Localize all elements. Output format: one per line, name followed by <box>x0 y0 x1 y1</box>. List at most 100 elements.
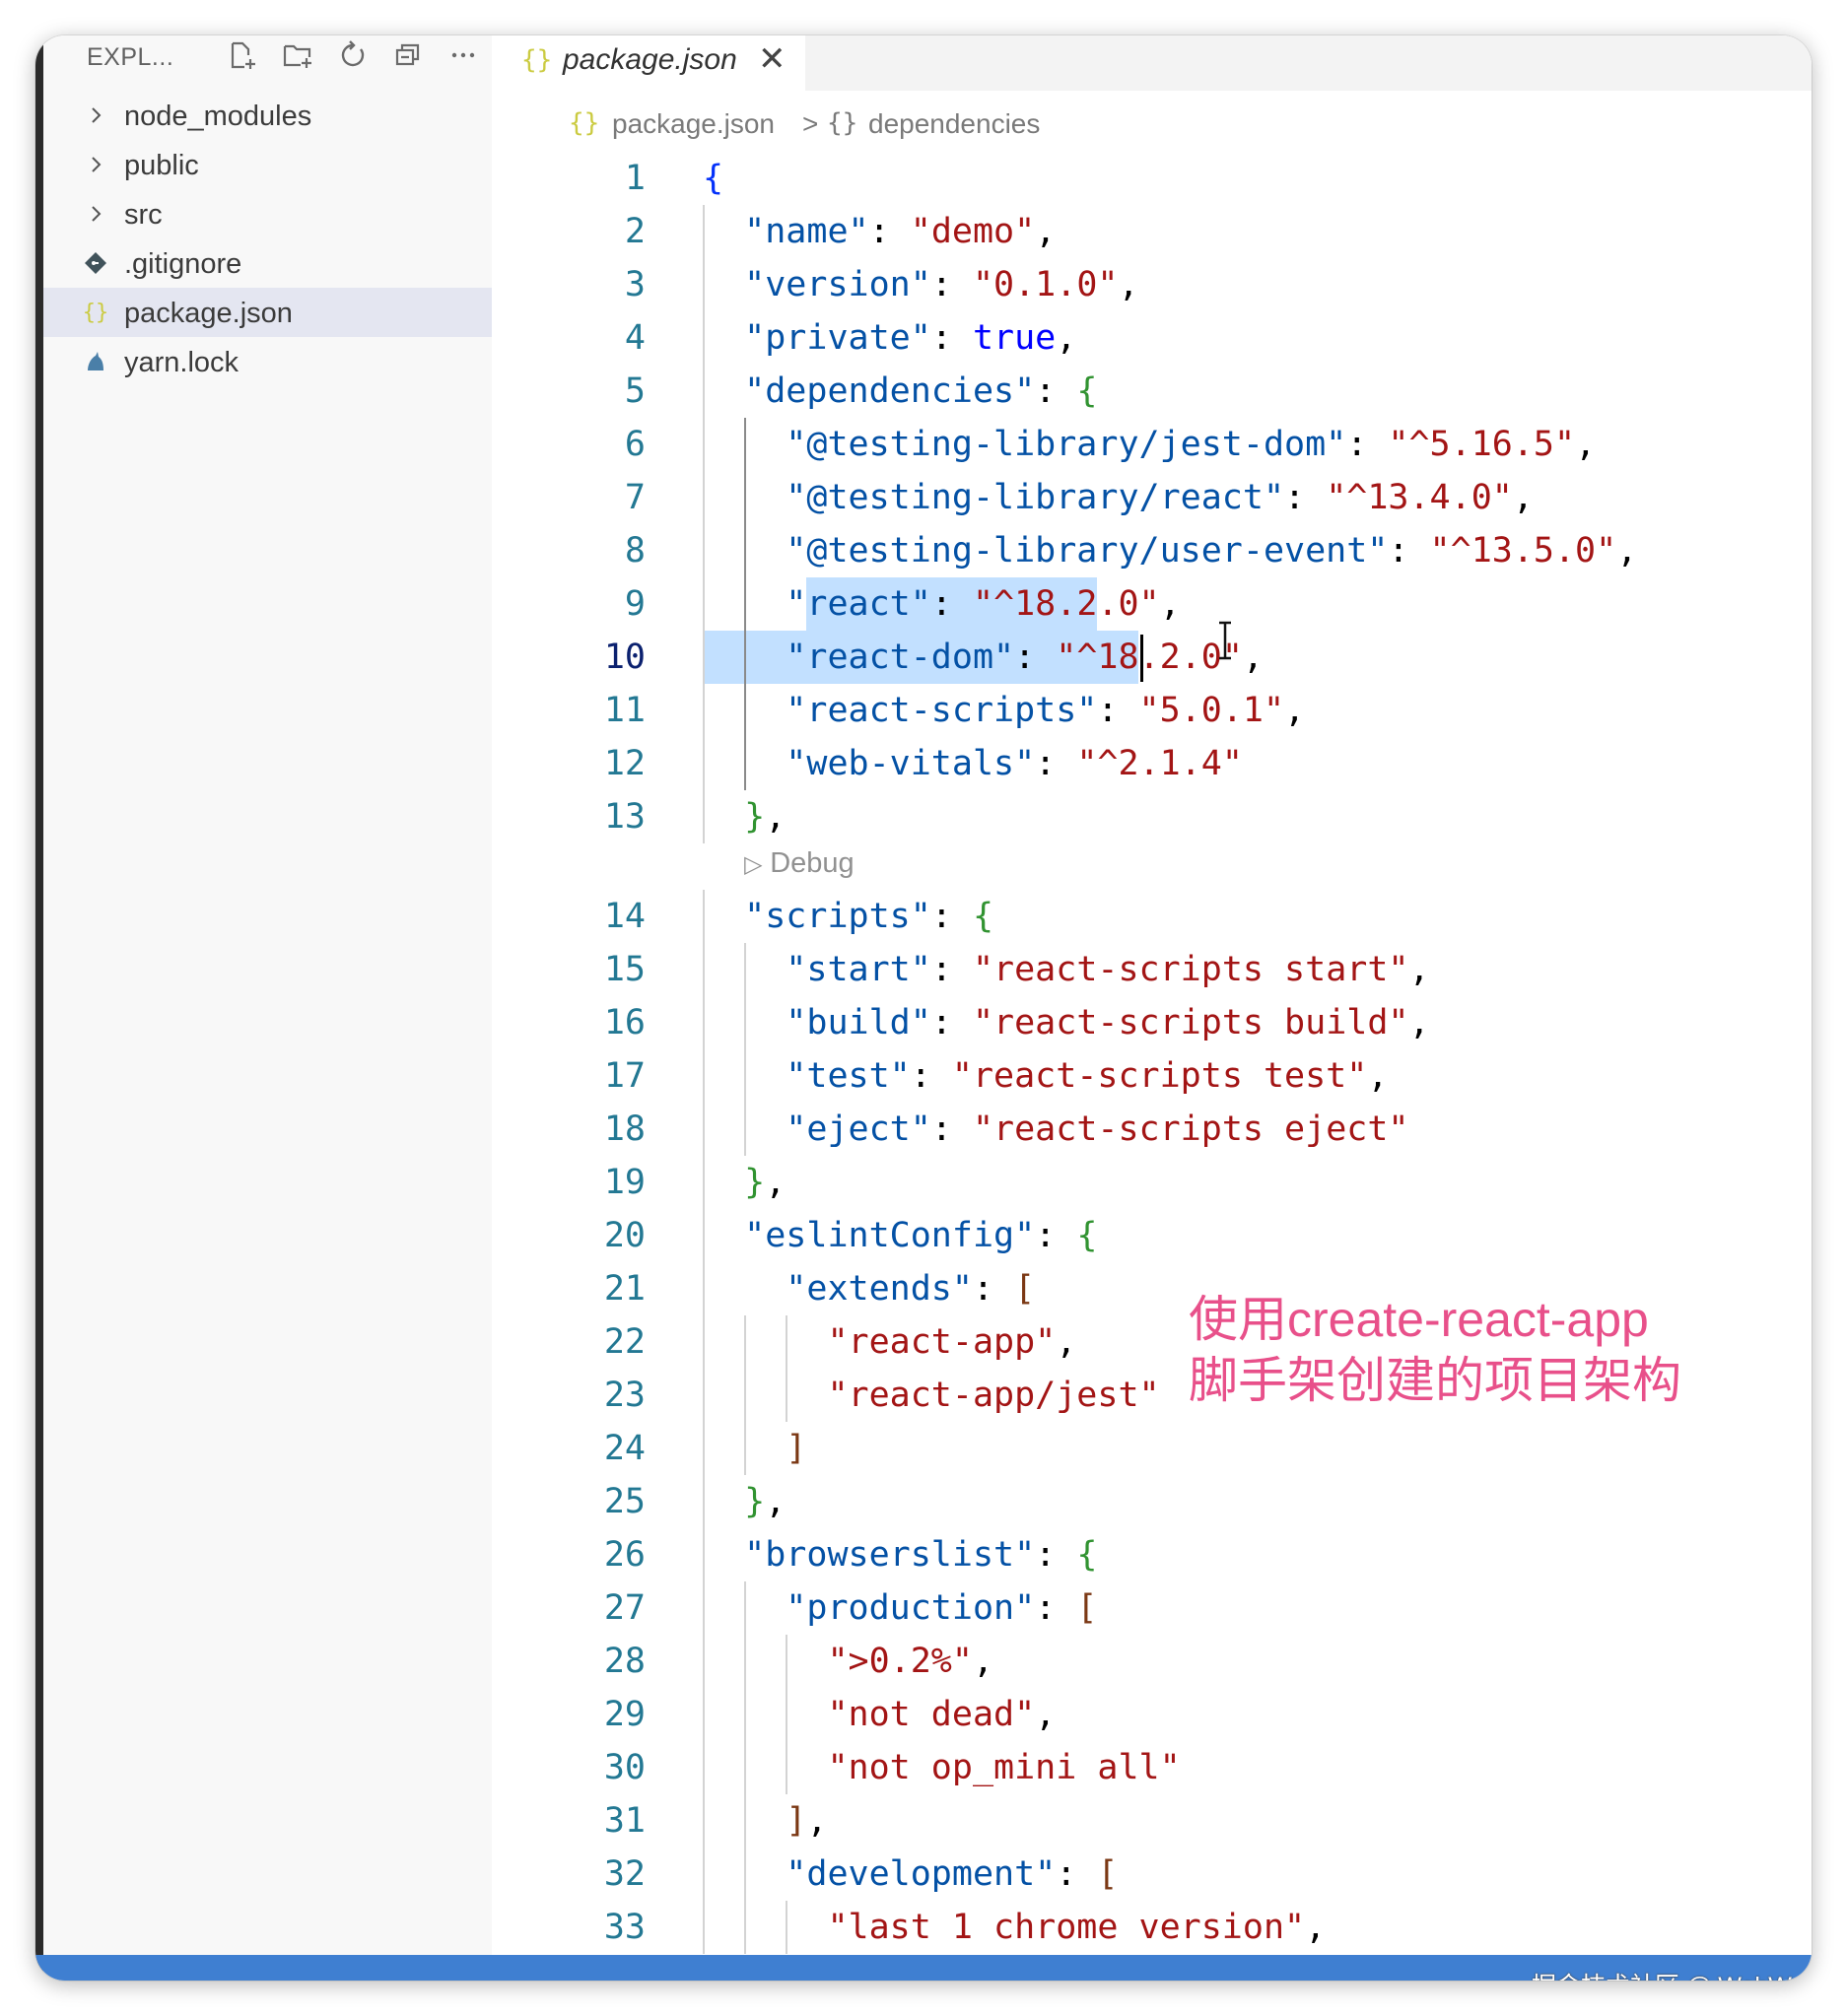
indent-guide <box>786 1635 788 1794</box>
code-text: "scripts": { <box>744 897 994 936</box>
tree-item-yarn-lock[interactable]: yarn.lock <box>43 337 492 386</box>
line-number: 31 <box>603 1801 646 1841</box>
file-tree: node_modules public src .gitignore {} pa… <box>43 91 492 386</box>
code-line[interactable]: 29 "not dead", <box>492 1688 1812 1741</box>
line-number: 1 <box>624 159 646 198</box>
code-line[interactable]: 14 "scripts": { <box>492 890 1812 943</box>
code-line[interactable]: 3 "version": "0.1.0", <box>492 258 1812 311</box>
code-line[interactable]: 25 }, <box>492 1475 1812 1528</box>
play-icon: ▷ <box>744 850 771 878</box>
code-text: "@testing-library/react": "^13.4.0", <box>786 478 1534 517</box>
breadcrumb-symbol[interactable]: dependencies <box>868 108 1040 140</box>
codelens-debug[interactable]: ▷ Debug <box>744 847 855 887</box>
code-line[interactable]: 32 "development": [ <box>492 1848 1812 1901</box>
code-text: "react-dom": "^18.2.0", <box>786 638 1264 677</box>
line-number: 11 <box>603 691 646 730</box>
line-number: 14 <box>603 897 646 936</box>
code-line[interactable]: 4 "private": true, <box>492 311 1812 365</box>
line-number: 7 <box>624 478 646 517</box>
new-folder-icon[interactable] <box>280 37 315 73</box>
code-line[interactable]: 19 }, <box>492 1156 1812 1209</box>
collapse-all-icon[interactable] <box>390 37 426 73</box>
code-text: "not op_mini all" <box>827 1748 1181 1787</box>
code-line[interactable]: 9 "react": "^18.2.0", <box>492 577 1812 631</box>
explorer-header: EXPL... <box>43 35 492 79</box>
line-number: 25 <box>603 1482 646 1521</box>
line-number: 29 <box>603 1695 646 1734</box>
tree-item-package-json[interactable]: {} package.json <box>43 288 492 337</box>
line-number: 13 <box>603 797 646 837</box>
code-text: "browserslist": { <box>744 1535 1098 1575</box>
code-line[interactable]: 26 "browserslist": { <box>492 1528 1812 1581</box>
tab-label: package.json <box>563 43 737 76</box>
code-line[interactable]: 8 "@testing-library/user-event": "^13.5.… <box>492 524 1812 577</box>
line-number: 22 <box>603 1322 646 1362</box>
code-text: "version": "0.1.0", <box>744 265 1139 304</box>
line-number: 4 <box>624 318 646 358</box>
new-file-icon[interactable] <box>225 37 260 73</box>
line-number: 20 <box>603 1216 646 1255</box>
code-line[interactable]: 28 ">0.2%", <box>492 1635 1812 1688</box>
code-text: "extends": [ <box>786 1269 1036 1309</box>
code-line[interactable]: 11 "react-scripts": "5.0.1", <box>492 684 1812 737</box>
more-actions-icon[interactable] <box>445 37 481 73</box>
code-line[interactable]: 5 "dependencies": { <box>492 365 1812 418</box>
code-line[interactable]: 18 "eject": "react-scripts eject" <box>492 1103 1812 1156</box>
code-text: "private": true, <box>744 318 1077 358</box>
tab-package-json[interactable]: {} package.json ✕ <box>492 35 805 91</box>
code-line[interactable]: 30 "not op_mini all" <box>492 1741 1812 1794</box>
tree-item-node-modules[interactable]: node_modules <box>43 91 492 140</box>
code-text: "dependencies": { <box>744 371 1098 411</box>
code-line[interactable]: 6 "@testing-library/jest-dom": "^5.16.5"… <box>492 418 1812 471</box>
annotation-line: 使用create-react-app <box>1189 1292 1649 1347</box>
refresh-icon[interactable] <box>335 37 371 73</box>
code-text: }, <box>744 797 787 837</box>
line-number: 2 <box>624 212 646 251</box>
chevron-right-icon: > <box>802 108 819 139</box>
activity-bar <box>35 35 43 1981</box>
code-text: }, <box>744 1482 787 1521</box>
line-number: 30 <box>603 1748 646 1787</box>
tree-item-label: public <box>124 150 199 181</box>
code-line[interactable]: 15 "start": "react-scripts start", <box>492 943 1812 996</box>
code-line[interactable]: 13 }, <box>492 790 1812 843</box>
codelens-label: Debug <box>770 847 855 879</box>
breadcrumb-file[interactable]: package.json <box>612 108 775 140</box>
line-number: 5 <box>624 371 646 411</box>
close-icon[interactable]: ✕ <box>758 39 787 79</box>
code-line[interactable]: 33 "last 1 chrome version", <box>492 1901 1812 1954</box>
text-cursor <box>1140 635 1144 682</box>
annotation-line: 脚手架创建的项目架构 <box>1189 1353 1681 1408</box>
code-line[interactable]: 24 ] <box>492 1422 1812 1475</box>
code-text: "react-app/jest" <box>827 1376 1160 1415</box>
tree-item-label: package.json <box>124 298 293 329</box>
yarn-icon <box>83 349 108 374</box>
code-line[interactable]: 27 "production": [ <box>492 1581 1812 1635</box>
code-line[interactable]: 10 "react-dom": "^18.2.0", <box>492 631 1812 684</box>
annotation-caption: 使用create-react-app 脚手架创建的项目架构 <box>1189 1289 1741 1411</box>
line-number: 8 <box>624 531 646 571</box>
indent-guide <box>703 890 705 1954</box>
code-line[interactable]: 20 "eslintConfig": { <box>492 1209 1812 1262</box>
code-line[interactable]: 2 "name": "demo", <box>492 205 1812 258</box>
line-number: 10 <box>603 638 646 677</box>
line-number: 12 <box>603 744 646 783</box>
code-text: "not dead", <box>827 1695 1057 1734</box>
code-line[interactable]: 31 ], <box>492 1794 1812 1848</box>
line-number: 24 <box>603 1429 646 1468</box>
code-line[interactable]: 7 "@testing-library/react": "^13.4.0", <box>492 471 1812 524</box>
indent-guide <box>786 1901 788 1954</box>
code-text: "name": "demo", <box>744 212 1057 251</box>
code-line[interactable]: 1{ <box>492 152 1812 205</box>
code-line[interactable]: 17 "test": "react-scripts test", <box>492 1049 1812 1103</box>
code-line[interactable]: 12 "web-vitals": "^2.1.4" <box>492 737 1812 790</box>
tab-bar: {} package.json ✕ <box>492 35 1812 91</box>
code-text: "react-scripts": "5.0.1", <box>786 691 1306 730</box>
tree-item-public[interactable]: public <box>43 140 492 189</box>
code-line[interactable]: 16 "build": "react-scripts build", <box>492 996 1812 1049</box>
tree-item-src[interactable]: src <box>43 189 492 238</box>
chevron-right-icon <box>83 152 108 177</box>
tree-item-gitignore[interactable]: .gitignore <box>43 238 492 288</box>
line-number: 17 <box>603 1056 646 1096</box>
ibeam-pointer-icon <box>1219 621 1232 660</box>
